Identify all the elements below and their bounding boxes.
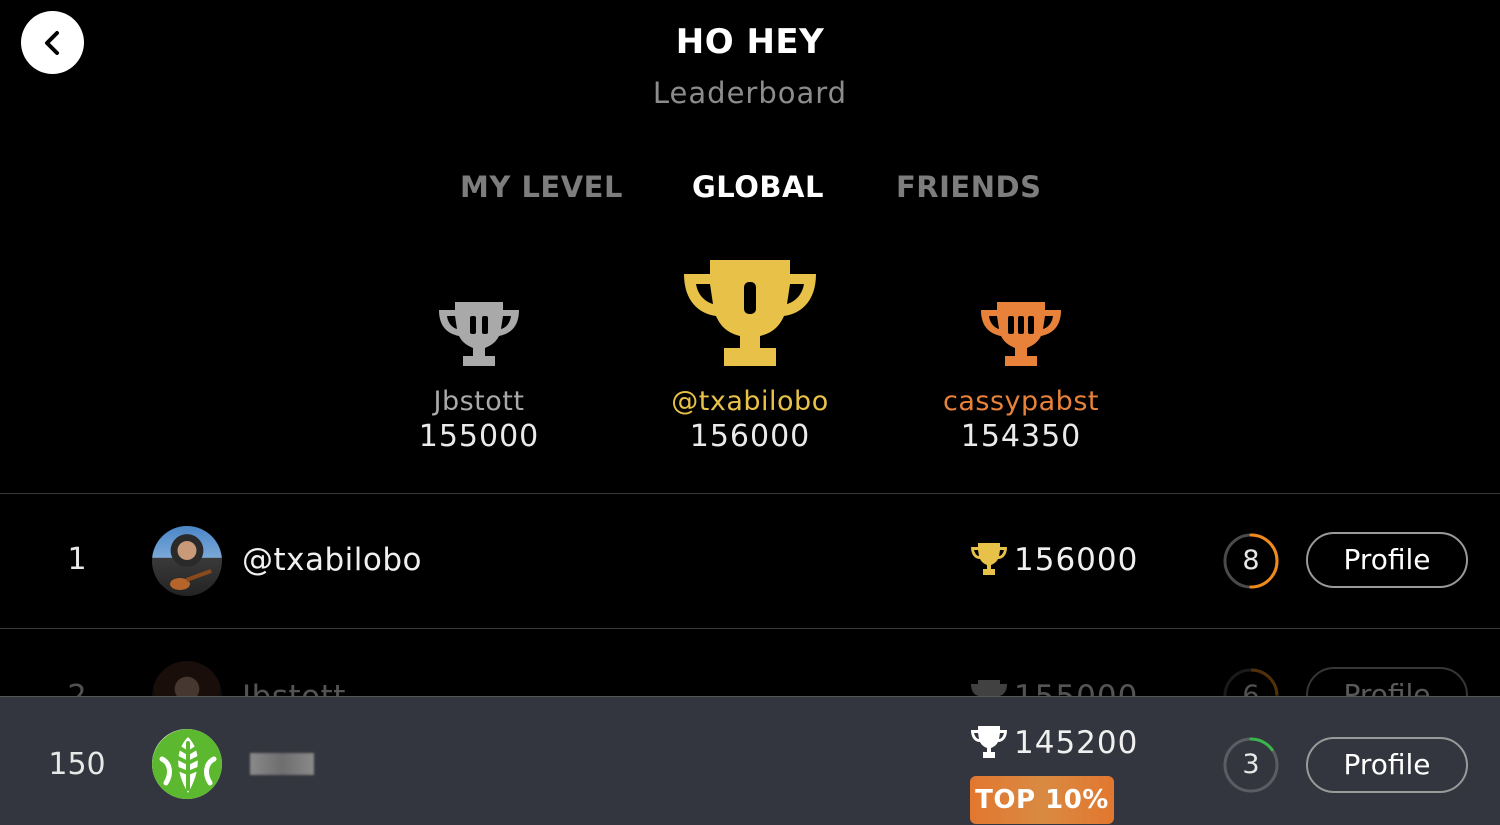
podium-third-name: cassypabst	[943, 386, 1099, 417]
leaf-logo-icon	[152, 729, 222, 799]
avatar	[152, 526, 222, 596]
podium-second-score: 155000	[418, 419, 540, 454]
leaderboard-row[interactable]: 1 @txabilobo 156000 8 Profile	[0, 494, 1500, 628]
level-ring: 8	[1222, 532, 1280, 590]
row-score: 156000	[1014, 542, 1139, 578]
white-trophy-icon	[971, 726, 1007, 758]
podium-third: cassypabst 154350	[891, 300, 1151, 454]
podium-third-score: 154350	[960, 419, 1082, 454]
page-subtitle: Leaderboard	[652, 76, 848, 110]
silver-trophy-icon	[439, 302, 519, 366]
profile-button[interactable]: Profile	[1306, 532, 1468, 588]
current-user-rank: 150	[48, 747, 106, 782]
podium-first-score: 156000	[689, 419, 811, 454]
tab-friends[interactable]: FRIENDS	[896, 170, 1041, 204]
avatar	[152, 729, 222, 799]
bronze-trophy-icon	[981, 302, 1061, 366]
level-number: 3	[1242, 749, 1260, 780]
row-rank: 1	[67, 542, 87, 577]
current-user-score: 145200	[1014, 725, 1139, 761]
podium-first-name: @txabilobo	[671, 386, 829, 417]
gold-trophy-icon	[971, 543, 1007, 575]
tab-global[interactable]: GLOBAL	[692, 170, 824, 204]
avatar-image	[170, 569, 212, 590]
tab-bar: MY LEVEL GLOBAL FRIENDS	[0, 170, 1500, 210]
podium-first: @txabilobo 156000	[620, 258, 880, 454]
podium-second-name: Jbstott	[433, 386, 525, 417]
profile-button[interactable]: Profile	[1306, 737, 1468, 793]
page-title: HO HEY	[675, 22, 825, 62]
level-number: 8	[1242, 545, 1260, 576]
podium-second: Jbstott 155000	[349, 300, 609, 454]
row-username: @txabilobo	[242, 542, 423, 578]
current-user-bar: 150 145200 TOP 10% 3 Profile	[0, 696, 1500, 825]
top-percent-badge: TOP 10%	[970, 776, 1114, 824]
gold-trophy-icon	[684, 260, 816, 366]
tab-my-level[interactable]: MY LEVEL	[460, 170, 623, 204]
level-ring: 3	[1222, 736, 1280, 794]
blurred-username	[250, 753, 314, 775]
